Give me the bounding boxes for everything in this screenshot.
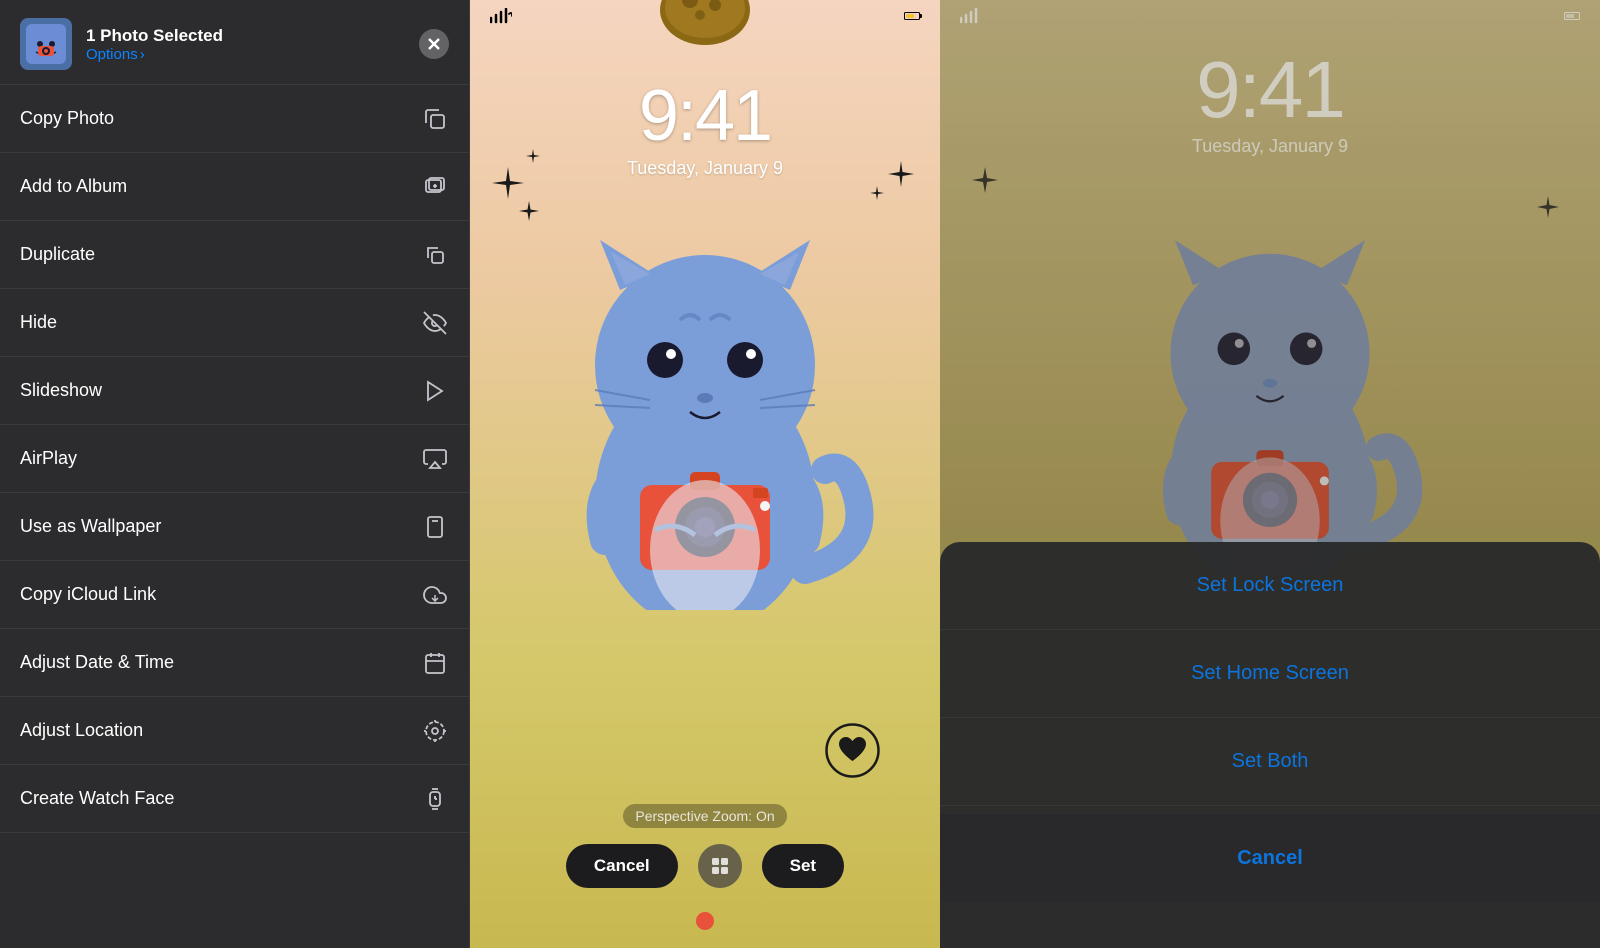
menu-items-list: Copy Photo Add to Album Duplicate Hide xyxy=(0,85,469,948)
wallpaper-icon xyxy=(421,513,449,541)
menu-item-airplay[interactable]: AirPlay xyxy=(0,425,469,493)
cat-illustration xyxy=(535,190,875,610)
menu-item-copy-photo[interactable]: Copy Photo xyxy=(0,85,469,153)
menu-item-slideshow[interactable]: Slideshow xyxy=(0,357,469,425)
options-link[interactable]: Options › xyxy=(86,46,405,63)
menu-item-hide[interactable]: Hide xyxy=(0,289,469,357)
add-album-icon xyxy=(421,173,449,201)
header-text: 1 Photo Selected Options › xyxy=(86,26,405,63)
slideshow-icon xyxy=(421,377,449,405)
wallpaper-options-panel: Set Lock Screen Set Home Screen Set Both… xyxy=(940,542,1600,948)
duplicate-icon xyxy=(421,241,449,269)
close-button[interactable] xyxy=(419,29,449,59)
menu-item-add-to-album[interactable]: Add to Album xyxy=(0,153,469,221)
right-sparkle-1 xyxy=(970,165,1000,200)
set-home-screen-option[interactable]: Set Home Screen xyxy=(940,630,1600,718)
action-sheet: 1 Photo Selected Options › Copy Photo Ad… xyxy=(0,0,470,948)
menu-item-icloud-link[interactable]: Copy iCloud Link xyxy=(0,561,469,629)
icloud-icon xyxy=(421,581,449,609)
set-button[interactable]: Set xyxy=(762,844,844,888)
right-cat-illustration xyxy=(1110,195,1430,575)
menu-item-adjust-date-time[interactable]: Adjust Date & Time xyxy=(0,629,469,697)
wallpaper-cancel-option[interactable]: Cancel xyxy=(940,814,1600,902)
header-title: 1 Photo Selected xyxy=(86,26,405,46)
lock-time: 9:41 Tuesday, January 9 xyxy=(470,80,940,179)
airplay-icon xyxy=(421,445,449,473)
center-phone-preview: 9:41 Tuesday, January 9 xyxy=(470,0,940,948)
menu-item-wallpaper[interactable]: Use as Wallpaper xyxy=(0,493,469,561)
menu-item-duplicate[interactable]: Duplicate xyxy=(0,221,469,289)
bottom-controls: Perspective Zoom: On Cancel Set xyxy=(470,804,940,888)
control-buttons: Cancel Set xyxy=(566,844,844,888)
right-date-display: Tuesday, January 9 xyxy=(940,136,1600,157)
right-lock-time: 9:41 Tuesday, January 9 xyxy=(940,50,1600,157)
set-lock-screen-option[interactable]: Set Lock Screen xyxy=(940,542,1600,630)
hide-icon xyxy=(421,309,449,337)
location-icon xyxy=(421,717,449,745)
right-panel: 9:41 Tuesday, January 9 xyxy=(940,0,1600,948)
menu-item-create-watch-face[interactable]: Create Watch Face xyxy=(0,765,469,833)
watch-icon xyxy=(421,785,449,813)
heart-decoration xyxy=(825,723,880,783)
set-both-option[interactable]: Set Both xyxy=(940,718,1600,806)
right-sparkle-2 xyxy=(1536,195,1560,224)
status-bar xyxy=(490,8,920,24)
menu-item-adjust-location[interactable]: Adjust Location xyxy=(0,697,469,765)
action-sheet-header: 1 Photo Selected Options › xyxy=(0,0,469,85)
photo-thumbnail xyxy=(20,18,72,70)
calendar-icon xyxy=(421,649,449,677)
bottom-indicator xyxy=(696,912,714,930)
phone-toggle-button[interactable] xyxy=(698,844,742,888)
perspective-label: Perspective Zoom: On xyxy=(623,804,786,828)
right-time-display: 9:41 xyxy=(940,50,1600,130)
cancel-button[interactable]: Cancel xyxy=(566,844,678,888)
right-status-bar xyxy=(960,8,1580,24)
copy-photo-icon xyxy=(421,105,449,133)
